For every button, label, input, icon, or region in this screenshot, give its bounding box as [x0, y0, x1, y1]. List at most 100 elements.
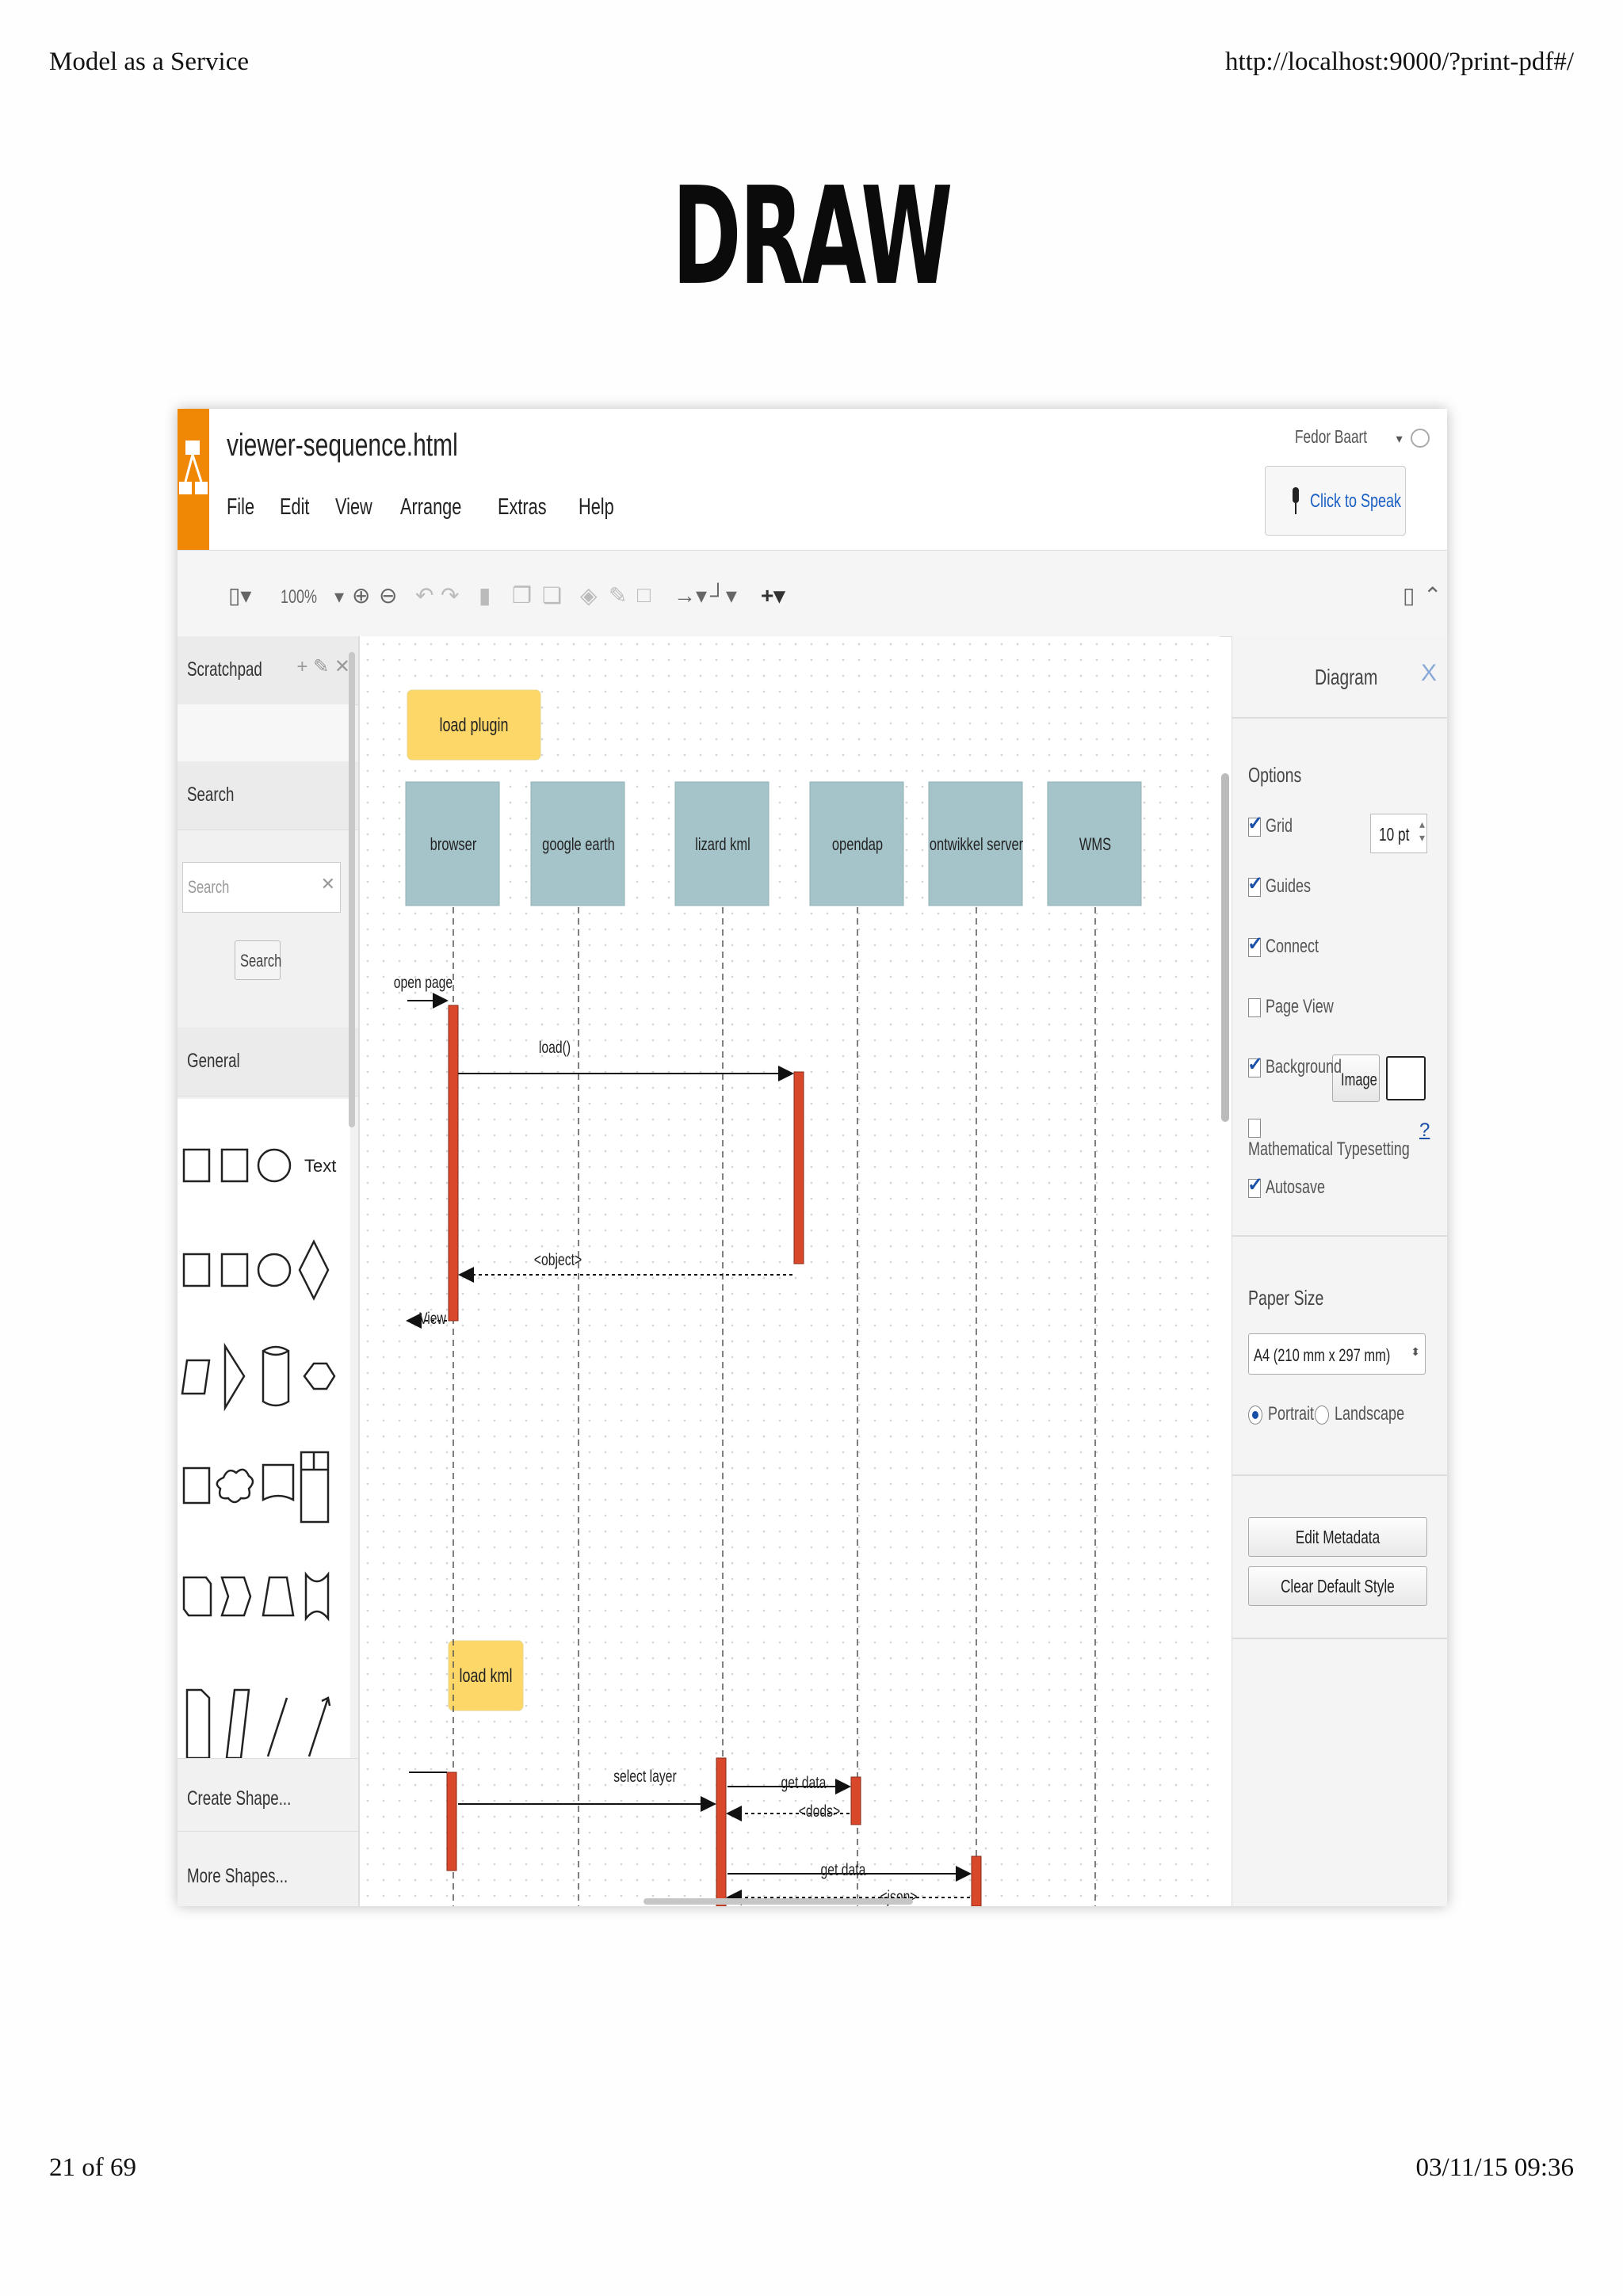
- message-label: load(): [539, 1038, 571, 1057]
- menu-help[interactable]: Help: [579, 494, 614, 521]
- clear-default-style-button[interactable]: Clear Default Style: [1248, 1566, 1427, 1606]
- option-page-view-checkbox[interactable]: Page View: [1248, 996, 1356, 1018]
- canvas-horizontal-scrollbar[interactable]: [643, 1898, 913, 1905]
- option-connect-checkbox[interactable]: Connect: [1247, 933, 1336, 958]
- drawio-app-screenshot: viewer-sequence.html File Edit View Arra…: [178, 409, 1447, 1906]
- insert-icon[interactable]: +▾: [761, 582, 785, 608]
- select-arrow-icon: ⬍: [1411, 1345, 1420, 1358]
- option-autosave-checkbox[interactable]: Autosave: [1247, 1173, 1345, 1199]
- scratchpad-header[interactable]: Scratchpad + ✎ ✕: [178, 636, 358, 705]
- user-menu[interactable]: Fedor Baart ▾: [1295, 426, 1430, 448]
- message-label: <object>: [534, 1250, 582, 1269]
- paper-size-select[interactable]: A4 (210 mm x 297 mm) ⬍: [1248, 1333, 1426, 1375]
- activation-bar[interactable]: [793, 1071, 804, 1264]
- background-color-swatch[interactable]: [1386, 1056, 1426, 1100]
- ellipse-shape-icon: [257, 1148, 292, 1183]
- scratchpad-area[interactable]: [178, 704, 350, 761]
- checkbox-icon: [1248, 1118, 1261, 1138]
- paper-size-label: Paper Size: [1248, 1286, 1324, 1310]
- line-color-icon[interactable]: ✎: [609, 582, 627, 608]
- card-shape-icon: [225, 1688, 250, 1760]
- checkbox-icon: [1248, 997, 1261, 1017]
- document-shape-icon: [262, 1463, 295, 1502]
- option-label: Guides: [1266, 875, 1312, 897]
- process-shape-icon: [182, 1466, 211, 1505]
- rectangle-shape-icon: [182, 1148, 211, 1183]
- square2-shape-icon: [220, 1253, 249, 1287]
- option-background-checkbox[interactable]: Background: [1247, 1053, 1367, 1078]
- zoom-in-icon[interactable]: ⊕: [352, 582, 370, 608]
- shape-library[interactable]: Text: [178, 1099, 350, 1764]
- circle-shape-icon: [257, 1253, 292, 1287]
- edit-metadata-button[interactable]: Edit Metadata: [1248, 1517, 1427, 1557]
- lifeline-label: google earth: [542, 835, 615, 855]
- text-shape-label: Text: [304, 1156, 336, 1176]
- hexagon-shape-icon: [303, 1362, 336, 1390]
- file-name[interactable]: viewer-sequence.html: [227, 428, 535, 463]
- activation-bar[interactable]: [850, 1776, 861, 1825]
- fill-color-icon[interactable]: ◈: [580, 582, 598, 608]
- general-shapes-palette: Text: [178, 1099, 350, 1764]
- option-grid-checkbox[interactable]: Grid: [1247, 812, 1301, 837]
- option-label: Page View: [1266, 996, 1334, 1017]
- diagram-canvas[interactable]: load plugin load kml browser google earth li…: [360, 636, 1220, 1906]
- sidebar-scrollbar[interactable]: [349, 652, 355, 1127]
- lifeline-label: ontwikkel server: [930, 835, 1024, 855]
- diagram-tab[interactable]: Diagram: [1315, 665, 1377, 690]
- general-section-header[interactable]: General: [178, 1028, 358, 1097]
- shape-search-input[interactable]: Search ✕: [182, 862, 341, 913]
- to-front-icon[interactable]: ❐: [512, 582, 532, 608]
- collapse-icon[interactable]: ⌃: [1423, 582, 1442, 608]
- activation-bar[interactable]: [971, 1855, 982, 1906]
- parallelogram-shape-icon: [181, 1359, 211, 1395]
- activation-bar[interactable]: [716, 1757, 727, 1906]
- menu-view[interactable]: View: [335, 494, 372, 521]
- waypoints-icon[interactable]: ┘▾: [710, 582, 737, 608]
- cloud-shape-icon: [216, 1468, 254, 1504]
- grid-size-input[interactable]: 10 pt ▴ ▾: [1370, 814, 1427, 853]
- search-button[interactable]: Search: [235, 940, 281, 980]
- undo-icon[interactable]: ↶: [415, 582, 433, 608]
- page-view-icon[interactable]: ▯▾: [228, 582, 251, 608]
- format-panel-title: Diagram X: [1232, 636, 1447, 719]
- stepper-icon: ▴ ▾: [1419, 818, 1425, 844]
- activation-bar[interactable]: [448, 1005, 459, 1322]
- format-panel-icon[interactable]: ▯: [1403, 582, 1415, 608]
- zoom-select[interactable]: 100% ▾: [281, 585, 344, 608]
- menu-file[interactable]: File: [227, 494, 254, 521]
- option-mathematical-typesetting-checkbox[interactable]: Mathematical Typesetting: [1248, 1116, 1447, 1161]
- option-guides-checkbox[interactable]: Guides: [1247, 872, 1326, 898]
- delete-icon[interactable]: ▮: [479, 582, 491, 608]
- menu-edit[interactable]: Edit: [280, 494, 309, 521]
- to-back-icon[interactable]: ❏: [542, 582, 562, 608]
- click-to-speak-button[interactable]: Click to Speak: [1265, 466, 1406, 536]
- user-avatar-icon: [1411, 428, 1430, 448]
- shadow-icon[interactable]: □: [637, 582, 651, 608]
- option-label: Autosave: [1266, 1177, 1326, 1198]
- option-label: Grid: [1266, 815, 1293, 837]
- redo-icon[interactable]: ↷: [441, 582, 459, 608]
- zoom-out-icon[interactable]: ⊖: [379, 582, 397, 608]
- more-shapes-button[interactable]: More Shapes...: [178, 1831, 358, 1905]
- menu-extras[interactable]: Extras: [498, 494, 547, 521]
- option-label: Mathematical Typesetting: [1248, 1138, 1410, 1160]
- lifeline-label: opendap: [832, 835, 883, 855]
- connection-icon[interactable]: →▾: [674, 582, 707, 608]
- rounded-rectangle-shape-icon: [220, 1148, 249, 1183]
- landscape-radio[interactable]: Landscape: [1315, 1403, 1427, 1425]
- internal-storage-shape-icon: [300, 1451, 330, 1524]
- diamond-shape-icon: [298, 1239, 330, 1301]
- scratchpad-actions-icon[interactable]: + ✎ ✕: [296, 655, 350, 678]
- microphone-icon: [1293, 487, 1299, 514]
- activation-bar[interactable]: [446, 1772, 457, 1871]
- sequence-diagram[interactable]: load plugin load kml browser google earth li…: [360, 636, 1220, 1906]
- menu-arrange[interactable]: Arrange: [400, 494, 461, 521]
- search-section-header[interactable]: Search: [178, 761, 358, 830]
- canvas-vertical-scrollbar[interactable]: [1221, 773, 1229, 1122]
- checkbox-icon: [1247, 1053, 1263, 1077]
- app-logo: [178, 409, 209, 550]
- clear-search-icon[interactable]: ✕: [321, 874, 335, 894]
- close-panel-icon[interactable]: X: [1421, 660, 1437, 687]
- create-shape-button[interactable]: Create Shape...: [178, 1758, 358, 1832]
- line-shape-icon: [266, 1697, 288, 1757]
